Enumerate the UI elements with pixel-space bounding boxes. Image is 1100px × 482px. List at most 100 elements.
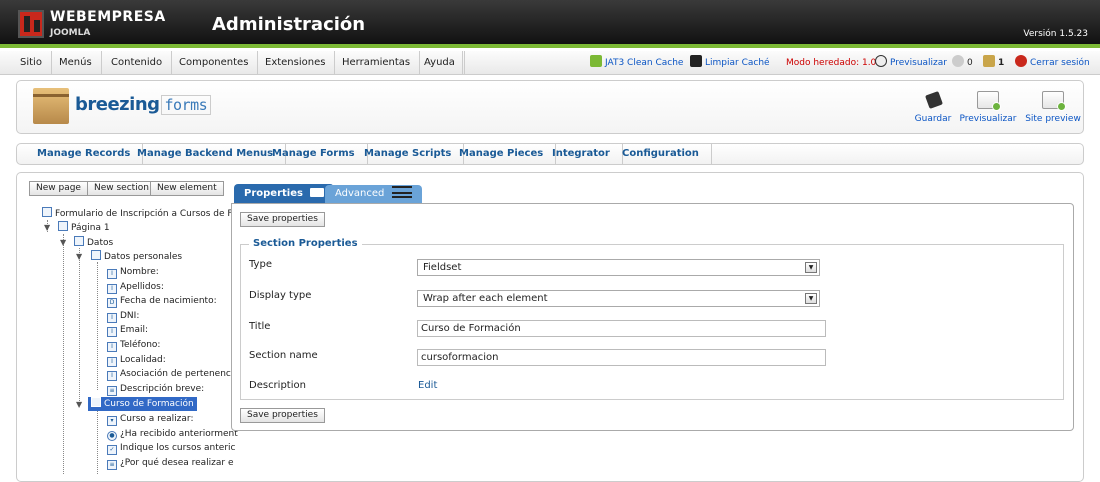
new-page-button[interactable]: New page xyxy=(29,181,88,196)
page-title: Administración xyxy=(212,14,366,35)
text-field-icon: I xyxy=(107,284,117,294)
section-icon xyxy=(91,250,101,260)
logo-light-text: forms xyxy=(160,95,212,115)
site-preview-button[interactable]: Site preview xyxy=(1021,91,1085,124)
recycle-icon xyxy=(590,55,602,67)
properties-star-icon xyxy=(310,188,325,197)
tree-field[interactable]: ● ¿Ha recibido anteriorment xyxy=(107,427,238,441)
tree-field[interactable]: I DNI: xyxy=(107,309,139,323)
collapse-toggle-icon[interactable]: ▼ xyxy=(76,400,82,409)
collapse-toggle-icon[interactable]: ▼ xyxy=(76,252,82,261)
tree-field-label: ¿Por qué desea realizar e xyxy=(120,458,234,468)
text-field-icon: I xyxy=(107,269,117,279)
menu-contenido[interactable]: Contenido xyxy=(102,51,173,75)
new-element-button[interactable]: New element xyxy=(150,181,224,196)
save-properties-button-top[interactable]: Save properties xyxy=(240,212,325,227)
menu-divider xyxy=(462,51,463,75)
collapse-toggle-icon[interactable]: ▼ xyxy=(60,238,66,247)
tree-field[interactable]: D Fecha de nacimiento: xyxy=(107,294,217,308)
tree-field[interactable]: I Localidad: xyxy=(107,353,166,367)
tree-field[interactable]: I Nombre: xyxy=(107,265,159,279)
tab-properties-label: Properties xyxy=(244,188,303,199)
messages-count-label: 0 xyxy=(967,58,973,68)
version-label: Versión 1.5.23 xyxy=(1023,29,1088,39)
chevron-down-icon[interactable]: ▼ xyxy=(805,293,817,304)
text-field-icon: I xyxy=(107,313,117,323)
tree-section-datos[interactable]: Datos xyxy=(74,236,113,250)
tab-properties[interactable]: Properties xyxy=(234,184,335,203)
tree-form-label: Formulario de Inscripción a Cursos de Fo… xyxy=(55,209,242,219)
tree-field[interactable]: I Apellidos: xyxy=(107,280,164,294)
menu-herramientas[interactable]: Herramientas xyxy=(333,51,421,75)
users-icon xyxy=(983,55,995,67)
collapse-toggle-icon[interactable]: ▼ xyxy=(44,223,50,232)
main-menubar: Sitio Menús Contenido Componentes Extens… xyxy=(0,51,1100,75)
tree-field[interactable]: ≡ ¿Por qué desea realizar e xyxy=(107,456,234,470)
nav-configuration[interactable]: Configuration xyxy=(610,144,712,164)
tree-field-label: Nombre: xyxy=(120,267,159,277)
logout-icon xyxy=(1015,55,1027,67)
tree-field[interactable]: I Email: xyxy=(107,323,148,337)
tree-field-label: Fecha de nacimiento: xyxy=(120,296,217,306)
online-users-count[interactable]: 1 xyxy=(983,51,1004,75)
tree-page-node[interactable]: Página 1 xyxy=(58,221,110,235)
tab-advanced-label: Advanced xyxy=(335,188,385,199)
tree-section-curso-selected[interactable]: Curso de Formación xyxy=(88,397,197,411)
jat3-clean-cache-link[interactable]: JAT3 Clean Cache xyxy=(590,51,683,75)
type-select[interactable]: Fieldset ▼ xyxy=(417,259,820,276)
tree-curso-label: Curso de Formación xyxy=(104,399,194,409)
clear-cache-label: Limpiar Caché xyxy=(705,58,770,68)
brand-subtitle: JOOMLA xyxy=(50,28,91,38)
save-disk-icon xyxy=(925,91,941,109)
section-name-label: Section name xyxy=(249,350,318,361)
new-section-button[interactable]: New section xyxy=(87,181,156,196)
clear-cache-link[interactable]: Limpiar Caché xyxy=(690,51,770,75)
description-edit-link[interactable]: Edit xyxy=(418,380,437,391)
preview-window-icon xyxy=(977,91,1001,111)
save-label: Guardar xyxy=(914,114,952,124)
tree-section-datos-personales[interactable]: Datos personales xyxy=(91,250,182,264)
site-preview-label: Site preview xyxy=(1025,114,1081,124)
checkbox-field-icon: ✓ xyxy=(107,445,117,455)
tab-advanced[interactable]: Advanced xyxy=(325,185,422,203)
tree-field-label: Apellidos: xyxy=(120,282,164,292)
title-input[interactable]: Curso de Formación xyxy=(417,320,826,337)
messages-count[interactable]: 0 xyxy=(952,51,973,75)
tree-field[interactable]: ✓ Indique los cursos anteric xyxy=(107,441,235,455)
menu-sitio[interactable]: Sitio xyxy=(12,51,52,75)
form-icon xyxy=(42,207,52,217)
tree-field[interactable]: I Asociación de pertenenc xyxy=(107,367,231,381)
admin-topbar: WEBEMPRESA JOOMLA Administración Versión… xyxy=(0,0,1100,48)
display-type-select[interactable]: Wrap after each element ▼ xyxy=(417,290,820,307)
section-name-input[interactable]: cursoformacion xyxy=(417,349,826,366)
preview-label: Previsualizar xyxy=(890,58,947,68)
tree-page-label: Página 1 xyxy=(71,223,110,233)
logo-bold-text: breezing xyxy=(75,94,160,115)
tree-field[interactable]: ≡ Descripción breve: xyxy=(107,382,204,396)
menu-extensiones[interactable]: Extensiones xyxy=(256,51,336,75)
preview-link[interactable]: Previsualizar xyxy=(875,51,947,75)
page-icon xyxy=(58,221,68,231)
section-properties-legend: Section Properties xyxy=(249,238,362,249)
section-icon xyxy=(91,397,101,407)
preview-button-label: Previsualizar xyxy=(959,114,1017,124)
magnifier-icon xyxy=(875,55,887,67)
tree-field[interactable]: ▾ Curso a realizar: xyxy=(107,412,194,426)
menu-menus[interactable]: Menús xyxy=(50,51,102,75)
tree-field[interactable]: I Teléfono: xyxy=(107,338,160,352)
menu-ayuda[interactable]: Ayuda xyxy=(415,51,465,75)
logout-link[interactable]: Cerrar sesión xyxy=(1015,51,1090,75)
tree-field-label: Asociación de pertenenc xyxy=(120,369,231,379)
select-field-icon: ▾ xyxy=(107,416,117,426)
date-field-icon: D xyxy=(107,298,117,308)
tree-field-label: Teléfono: xyxy=(120,340,161,350)
menu-componentes[interactable]: Componentes xyxy=(170,51,259,75)
tree-form-node[interactable]: Formulario de Inscripción a Cursos de Fo… xyxy=(42,207,241,221)
logout-label: Cerrar sesión xyxy=(1030,58,1090,68)
chevron-down-icon[interactable]: ▼ xyxy=(805,262,817,273)
textarea-icon: ≡ xyxy=(107,386,117,396)
save-properties-button-bottom[interactable]: Save properties xyxy=(240,408,325,423)
tree-field-label: Indique los cursos anteric xyxy=(120,443,236,453)
preview-button[interactable]: Previsualizar xyxy=(957,91,1019,124)
save-button[interactable]: Guardar xyxy=(903,91,963,124)
